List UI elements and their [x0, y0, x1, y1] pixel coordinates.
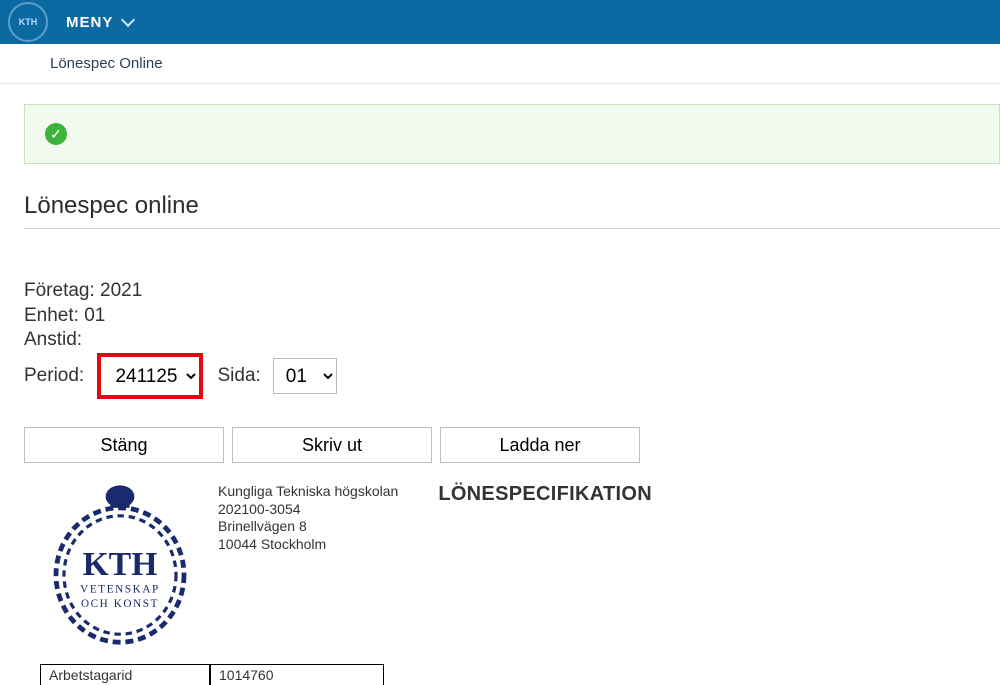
check-icon: ✓ [45, 123, 67, 145]
print-button[interactable]: Skriv ut [232, 427, 432, 463]
svg-text:KTH: KTH [83, 546, 158, 583]
breadcrumb: Lönespec Online [0, 44, 1000, 84]
kth-seal: KTH VETENSKAP OCH KONST [40, 477, 200, 662]
org-block: Kungliga Tekniska högskolan 202100-3054 … [218, 483, 398, 553]
table-value-cell: 1014760 [210, 664, 384, 685]
payslip-header: KTH VETENSKAP OCH KONST Kungliga Teknisk… [40, 477, 1000, 662]
breadcrumb-label: Lönespec Online [50, 55, 163, 72]
payslip-table: Arbetstagarid 1014760 [40, 664, 384, 685]
table-row: Arbetstagarid 1014760 [40, 664, 384, 685]
svg-text:VETENSKAP: VETENSKAP [80, 584, 160, 596]
title-divider [24, 228, 1000, 229]
kth-logo: KTH [8, 2, 48, 42]
success-alert: ✓ [24, 104, 1000, 164]
anstid-label: Anstid: [24, 328, 82, 353]
menu-label: MENY [66, 14, 113, 31]
menu-button[interactable]: MENY [66, 14, 133, 31]
document-title: LÖNESPECIFIKATION [438, 483, 652, 506]
period-select[interactable]: 241125 [97, 353, 203, 399]
sida-select[interactable]: 01 [273, 358, 337, 394]
org-street: Brinellvägen 8 [218, 518, 398, 536]
enhet-label: Enhet: [24, 304, 84, 329]
kth-logo-text: KTH [19, 17, 38, 27]
foretag-label: Företag: [24, 279, 100, 304]
chevron-down-icon [121, 13, 135, 27]
download-button[interactable]: Ladda ner [440, 427, 640, 463]
kth-seal-icon: KTH VETENSKAP OCH KONST [40, 477, 200, 657]
button-row: Stäng Skriv ut Ladda ner [24, 427, 1000, 463]
period-label: Period: [24, 364, 89, 389]
enhet-value: 01 [84, 304, 105, 329]
info-block: Företag: 2021 Enhet: 01 Anstid: Period: … [24, 279, 1000, 399]
org-name: Kungliga Tekniska högskolan [218, 483, 398, 501]
svg-text:OCH KONST: OCH KONST [81, 598, 159, 610]
sida-label: Sida: [217, 364, 260, 389]
main-content: ✓ Lönespec online Företag: 2021 Enhet: 0… [0, 84, 1000, 685]
foretag-value: 2021 [100, 279, 142, 304]
close-button[interactable]: Stäng [24, 427, 224, 463]
top-bar: KTH MENY [0, 0, 1000, 44]
table-label-cell: Arbetstagarid [40, 664, 210, 685]
org-postal: 10044 Stockholm [218, 536, 398, 554]
org-number: 202100-3054 [218, 501, 398, 519]
page-title: Lönespec online [24, 192, 1000, 220]
